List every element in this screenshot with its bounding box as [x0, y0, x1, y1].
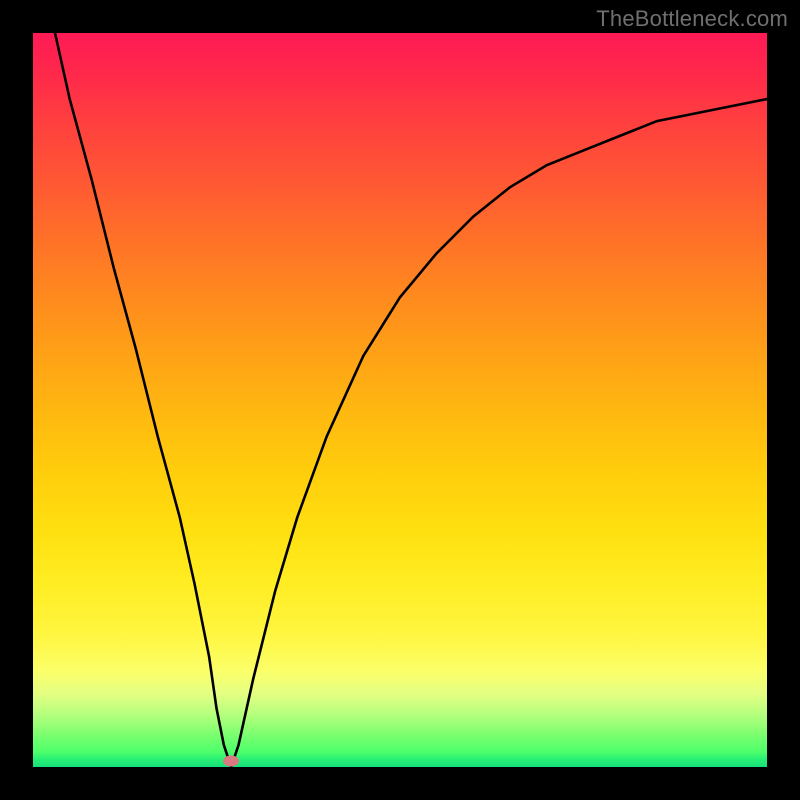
chart-frame: TheBottleneck.com [0, 0, 800, 800]
curve-svg [33, 33, 767, 767]
bottleneck-curve [55, 33, 767, 767]
plot-area [33, 33, 767, 767]
watermark-text: TheBottleneck.com [596, 6, 788, 32]
minimum-marker [223, 756, 239, 767]
